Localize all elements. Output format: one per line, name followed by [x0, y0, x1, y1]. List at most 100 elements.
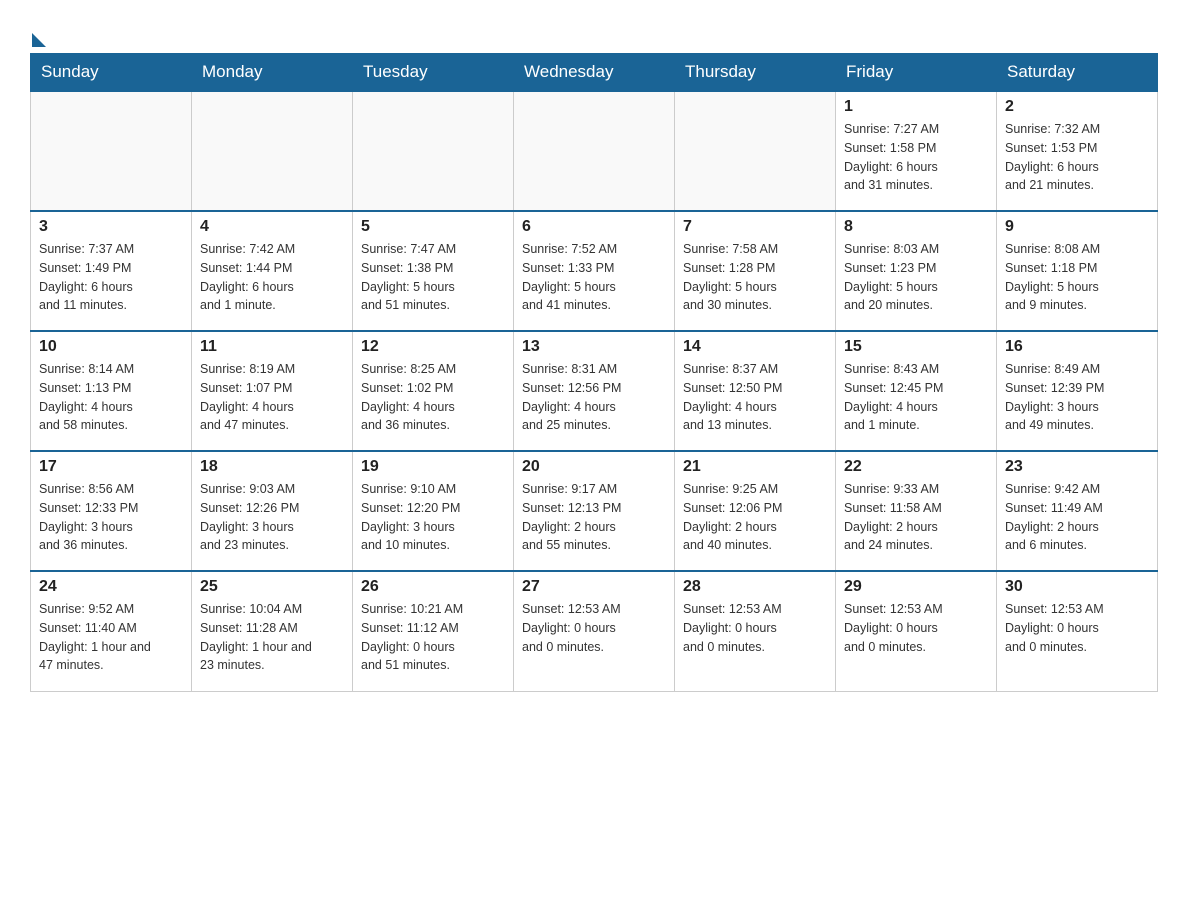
calendar-cell: 28 Sunset: 12:53 AM Daylight: 0 hours and…: [675, 571, 836, 691]
day-number: 21: [683, 458, 827, 476]
day-number: 7: [683, 218, 827, 236]
day-number: 19: [361, 458, 505, 476]
day-info: Sunrise: 8:14 AM Sunset: 1:13 PM Dayligh…: [39, 360, 183, 435]
day-info: Sunrise: 9:25 AM Sunset: 12:06 PM Daylig…: [683, 480, 827, 555]
calendar-cell: [192, 91, 353, 211]
calendar-cell: 6 Sunrise: 7:52 AM Sunset: 1:33 PM Daylig…: [514, 211, 675, 331]
week-row-4: 17 Sunrise: 8:56 AM Sunset: 12:33 PM Dayl…: [31, 451, 1158, 571]
day-info: Sunrise: 8:56 AM Sunset: 12:33 PM Daylig…: [39, 480, 183, 555]
day-info: Sunset: 12:53 AM Daylight: 0 hours and 0…: [522, 600, 666, 656]
day-info: Sunrise: 7:42 AM Sunset: 1:44 PM Dayligh…: [200, 240, 344, 315]
weekday-header-wednesday: Wednesday: [514, 54, 675, 92]
day-number: 9: [1005, 218, 1149, 236]
calendar-cell: 18Sunrise: 9:03 AM Sunset: 12:26 PM Dayl…: [192, 451, 353, 571]
day-info: Sunrise: 7:58 AM Sunset: 1:28 PM Dayligh…: [683, 240, 827, 315]
day-number: 15: [844, 338, 988, 356]
day-info: Sunrise: 9:03 AM Sunset: 12:26 PM Daylig…: [200, 480, 344, 555]
calendar-cell: 21 Sunrise: 9:25 AM Sunset: 12:06 PM Dayl…: [675, 451, 836, 571]
calendar-cell: 15 Sunrise: 8:43 AM Sunset: 12:45 PM Dayl…: [836, 331, 997, 451]
weekday-header-saturday: Saturday: [997, 54, 1158, 92]
day-info: Sunrise: 8:19 AM Sunset: 1:07 PM Dayligh…: [200, 360, 344, 435]
logo: [30, 20, 46, 43]
day-number: 22: [844, 458, 988, 476]
calendar-cell: 24Sunrise: 9:52 AM Sunset: 11:40 AM Dayl…: [31, 571, 192, 691]
day-info: Sunrise: 9:42 AM Sunset: 11:49 AM Daylig…: [1005, 480, 1149, 555]
week-row-2: 3 Sunrise: 7:37 AM Sunset: 1:49 PM Daylig…: [31, 211, 1158, 331]
day-info: Sunrise: 8:25 AM Sunset: 1:02 PM Dayligh…: [361, 360, 505, 435]
day-number: 8: [844, 218, 988, 236]
day-number: 24: [39, 578, 183, 596]
day-number: 10: [39, 338, 183, 356]
day-info: Sunrise: 7:27 AM Sunset: 1:58 PM Dayligh…: [844, 120, 988, 195]
day-number: 2: [1005, 98, 1149, 116]
weekday-header-sunday: Sunday: [31, 54, 192, 92]
day-number: 29: [844, 578, 988, 596]
calendar-cell: [514, 91, 675, 211]
day-number: 28: [683, 578, 827, 596]
calendar-cell: 8 Sunrise: 8:03 AM Sunset: 1:23 PM Daylig…: [836, 211, 997, 331]
calendar-cell: 30 Sunset: 12:53 AM Daylight: 0 hours and…: [997, 571, 1158, 691]
calendar-cell: 13 Sunrise: 8:31 AM Sunset: 12:56 PM Dayl…: [514, 331, 675, 451]
calendar-cell: 3 Sunrise: 7:37 AM Sunset: 1:49 PM Daylig…: [31, 211, 192, 331]
logo-arrow-icon: [32, 33, 46, 47]
day-info: Sunset: 12:53 AM Daylight: 0 hours and 0…: [683, 600, 827, 656]
day-info: Sunset: 12:53 AM Daylight: 0 hours and 0…: [1005, 600, 1149, 656]
day-info: Sunrise: 8:31 AM Sunset: 12:56 PM Daylig…: [522, 360, 666, 435]
calendar-cell: 23 Sunrise: 9:42 AM Sunset: 11:49 AM Dayl…: [997, 451, 1158, 571]
calendar-cell: 9 Sunrise: 8:08 AM Sunset: 1:18 PM Daylig…: [997, 211, 1158, 331]
day-info: Sunrise: 8:49 AM Sunset: 12:39 PM Daylig…: [1005, 360, 1149, 435]
weekday-header-monday: Monday: [192, 54, 353, 92]
calendar-cell: 27 Sunset: 12:53 AM Daylight: 0 hours and…: [514, 571, 675, 691]
day-number: 3: [39, 218, 183, 236]
day-number: 25: [200, 578, 344, 596]
week-row-1: 1 Sunrise: 7:27 AM Sunset: 1:58 PM Daylig…: [31, 91, 1158, 211]
day-number: 13: [522, 338, 666, 356]
day-number: 30: [1005, 578, 1149, 596]
calendar-cell: [31, 91, 192, 211]
calendar-cell: 10 Sunrise: 8:14 AM Sunset: 1:13 PM Dayli…: [31, 331, 192, 451]
day-info: Sunset: 12:53 AM Daylight: 0 hours and 0…: [844, 600, 988, 656]
day-info: Sunrise: 9:17 AM Sunset: 12:13 PM Daylig…: [522, 480, 666, 555]
day-number: 17: [39, 458, 183, 476]
day-info: Sunrise: 7:37 AM Sunset: 1:49 PM Dayligh…: [39, 240, 183, 315]
calendar-cell: 12 Sunrise: 8:25 AM Sunset: 1:02 PM Dayli…: [353, 331, 514, 451]
calendar-cell: [353, 91, 514, 211]
calendar-cell: 22 Sunrise: 9:33 AM Sunset: 11:58 AM Dayl…: [836, 451, 997, 571]
calendar-cell: 1 Sunrise: 7:27 AM Sunset: 1:58 PM Daylig…: [836, 91, 997, 211]
day-info: Sunrise: 9:33 AM Sunset: 11:58 AM Daylig…: [844, 480, 988, 555]
calendar-cell: [675, 91, 836, 211]
calendar-cell: 4 Sunrise: 7:42 AM Sunset: 1:44 PM Daylig…: [192, 211, 353, 331]
day-number: 27: [522, 578, 666, 596]
day-info: Sunrise: 8:03 AM Sunset: 1:23 PM Dayligh…: [844, 240, 988, 315]
day-info: Sunrise: 8:08 AM Sunset: 1:18 PM Dayligh…: [1005, 240, 1149, 315]
day-number: 6: [522, 218, 666, 236]
day-number: 5: [361, 218, 505, 236]
calendar-cell: 11Sunrise: 8:19 AM Sunset: 1:07 PM Dayli…: [192, 331, 353, 451]
day-number: 20: [522, 458, 666, 476]
day-number: 1: [844, 98, 988, 116]
weekday-header-row: SundayMondayTuesdayWednesdayThursdayFrid…: [31, 54, 1158, 92]
day-info: Sunrise: 7:52 AM Sunset: 1:33 PM Dayligh…: [522, 240, 666, 315]
day-number: 16: [1005, 338, 1149, 356]
day-number: 4: [200, 218, 344, 236]
day-number: 26: [361, 578, 505, 596]
calendar-cell: 16 Sunrise: 8:49 AM Sunset: 12:39 PM Dayl…: [997, 331, 1158, 451]
week-row-5: 24Sunrise: 9:52 AM Sunset: 11:40 AM Dayl…: [31, 571, 1158, 691]
weekday-header-friday: Friday: [836, 54, 997, 92]
calendar-cell: 7 Sunrise: 7:58 AM Sunset: 1:28 PM Daylig…: [675, 211, 836, 331]
day-number: 12: [361, 338, 505, 356]
weekday-header-thursday: Thursday: [675, 54, 836, 92]
day-info: Sunrise: 9:10 AM Sunset: 12:20 PM Daylig…: [361, 480, 505, 555]
weekday-header-tuesday: Tuesday: [353, 54, 514, 92]
day-info: Sunrise: 8:37 AM Sunset: 12:50 PM Daylig…: [683, 360, 827, 435]
calendar-cell: 5 Sunrise: 7:47 AM Sunset: 1:38 PM Daylig…: [353, 211, 514, 331]
calendar-cell: 2Sunrise: 7:32 AM Sunset: 1:53 PM Daylig…: [997, 91, 1158, 211]
calendar-cell: 26Sunrise: 10:21 AM Sunset: 11:12 AM Day…: [353, 571, 514, 691]
day-info: Sunrise: 10:04 AM Sunset: 11:28 AM Dayli…: [200, 600, 344, 675]
calendar-cell: 17 Sunrise: 8:56 AM Sunset: 12:33 PM Dayl…: [31, 451, 192, 571]
calendar-cell: 20 Sunrise: 9:17 AM Sunset: 12:13 PM Dayl…: [514, 451, 675, 571]
day-info: Sunrise: 8:43 AM Sunset: 12:45 PM Daylig…: [844, 360, 988, 435]
day-info: Sunrise: 7:47 AM Sunset: 1:38 PM Dayligh…: [361, 240, 505, 315]
day-number: 23: [1005, 458, 1149, 476]
calendar-cell: 19 Sunrise: 9:10 AM Sunset: 12:20 PM Dayl…: [353, 451, 514, 571]
